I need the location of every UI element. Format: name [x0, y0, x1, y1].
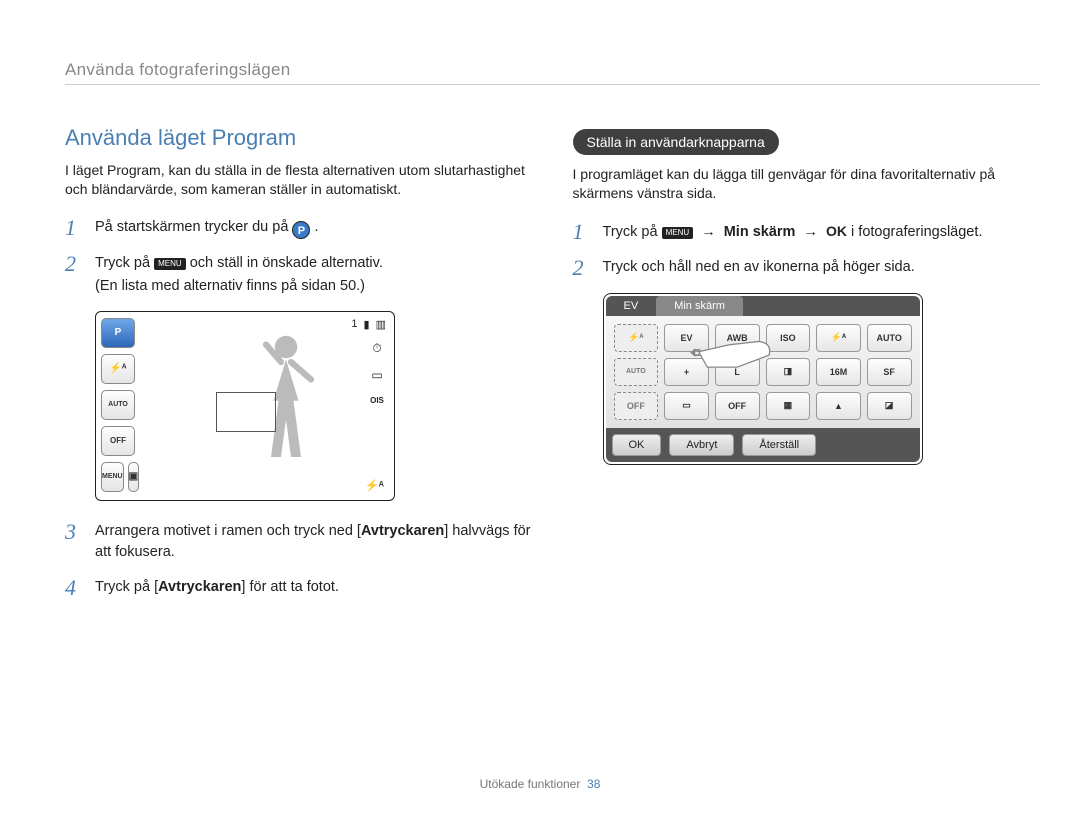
cam-display-icon: ▣ — [128, 462, 139, 492]
slot-dashed: OFF — [614, 392, 659, 420]
frame-icon: ▭ — [368, 366, 386, 384]
step-2: 2 Tryck på MENU och ställ in önskade alt… — [65, 253, 533, 297]
section-header: Använda fotograferingslägen — [65, 60, 1040, 85]
step-number: 4 — [65, 577, 83, 599]
camera-screen-figure: P ⚡ᴬ AUTO OFF MENU ▣ 1 ▮ ▥ ⏱ ▭ OIS — [95, 311, 395, 501]
grid-icon: ▲ — [816, 392, 861, 420]
grid-icon: ▭ — [664, 392, 709, 420]
step-text: På startskärmen trycker du på — [95, 219, 292, 235]
cam-mode-button: P — [101, 318, 135, 348]
my-screen-figure: EV Min skärm ⚡ᴬ EV AWB ISO ⚡ᴬ AUTO AUTO … — [603, 293, 923, 465]
program-mode-icon: P — [292, 221, 310, 239]
footer-label: Utökade funktioner — [480, 777, 581, 791]
cam-flash-icon: ⚡ᴬ — [101, 354, 135, 384]
grid-icon-ev: EV — [664, 324, 709, 352]
tab-my-screen: Min skärm — [656, 296, 743, 316]
grid-icon: ▦ — [766, 392, 811, 420]
slot-dashed: ⚡ᴬ — [614, 324, 659, 352]
step-text: Tryck på — [603, 224, 662, 240]
grid-icon: L — [715, 358, 760, 386]
step-text: Tryck på [ — [95, 579, 158, 595]
reset-button: Återställ — [742, 434, 816, 456]
arrow-icon: → — [803, 222, 818, 243]
ok-icon: OK — [826, 221, 847, 241]
cancel-button: Avbryt — [669, 434, 734, 456]
step-text: Tryck och håll ned en av ikonerna på hög… — [603, 257, 915, 278]
menu-icon: MENU — [662, 227, 694, 239]
step-subtext: (En lista med alternativ finns på sidan … — [95, 276, 383, 297]
page-footer: Utökade funktioner 38 — [0, 777, 1080, 791]
cam-off-icon: OFF — [101, 426, 135, 456]
my-screen-label: Min skärm — [724, 224, 796, 240]
grid-icon: ◪ — [867, 392, 912, 420]
step-text: . — [314, 219, 318, 235]
step-text: Tryck på — [95, 255, 154, 271]
menu-icon: MENU — [154, 258, 186, 270]
cam-menu-button: MENU — [101, 462, 124, 492]
battery-icon: ▥ — [376, 318, 386, 331]
step-text: och ställ in önskade alternativ. — [190, 255, 383, 271]
ok-button: OK — [612, 434, 662, 456]
step-number: 3 — [65, 521, 83, 543]
shutter-label: Avtryckaren — [361, 523, 444, 539]
step-4: 4 Tryck på [Avtryckaren] för att ta foto… — [65, 577, 533, 599]
grid-icon: SF — [867, 358, 912, 386]
grid-icon-16m: 16M — [816, 358, 861, 386]
grid-icon: OFF — [715, 392, 760, 420]
memory-card-icon: ▮ — [364, 318, 370, 331]
intro-text: I programläget kan du lägga till genväga… — [573, 165, 1041, 203]
right-step-1: 1 Tryck på MENU → Min skärm → OK i fotog… — [573, 221, 1041, 243]
step-3: 3 Arrangera motivet i ramen och tryck ne… — [65, 521, 533, 563]
subsection-pill: Ställa in användarknapparna — [573, 129, 779, 155]
shutter-label: Avtryckaren — [158, 579, 241, 595]
timer-icon: ⏱ — [368, 340, 386, 358]
ois-icon: OIS — [368, 392, 386, 410]
step-text: ] för att ta fotot. — [241, 579, 339, 595]
grid-icon-focus: AUTO — [867, 324, 912, 352]
cam-topright-status: 1 ▮ ▥ — [351, 318, 386, 331]
page-number: 38 — [587, 777, 600, 791]
left-column: Använda läget Program I läget Program, k… — [65, 125, 533, 613]
step-1: 1 På startskärmen trycker du på P . — [65, 217, 533, 239]
grid-icon-iso: ISO — [766, 324, 811, 352]
focus-frame — [216, 392, 276, 432]
step-number: 1 — [573, 221, 591, 243]
step-number: 1 — [65, 217, 83, 239]
step-number: 2 — [65, 253, 83, 275]
right-column: Ställa in användarknapparna I programläg… — [573, 125, 1041, 613]
arrow-icon: → — [701, 222, 716, 243]
grid-icon: ◨ — [766, 358, 811, 386]
tab-ev: EV — [606, 296, 657, 316]
step-number: 2 — [573, 257, 591, 279]
cam-auto-icon: AUTO — [101, 390, 135, 420]
cam-flash-status-icon: ⚡ᴬ — [365, 479, 384, 492]
intro-text: I läget Program, kan du ställa in de fle… — [65, 161, 533, 199]
grid-icon-awb: AWB — [715, 324, 760, 352]
grid-icon: + — [664, 358, 709, 386]
page-title: Använda läget Program — [65, 125, 533, 151]
slot-dashed: AUTO — [614, 358, 659, 386]
grid-icon-flash: ⚡ᴬ — [816, 324, 861, 352]
step-text: i fotograferingsläget. — [851, 224, 982, 240]
right-step-2: 2 Tryck och håll ned en av ikonerna på h… — [573, 257, 1041, 279]
step-text: Arrangera motivet i ramen och tryck ned … — [95, 523, 361, 539]
